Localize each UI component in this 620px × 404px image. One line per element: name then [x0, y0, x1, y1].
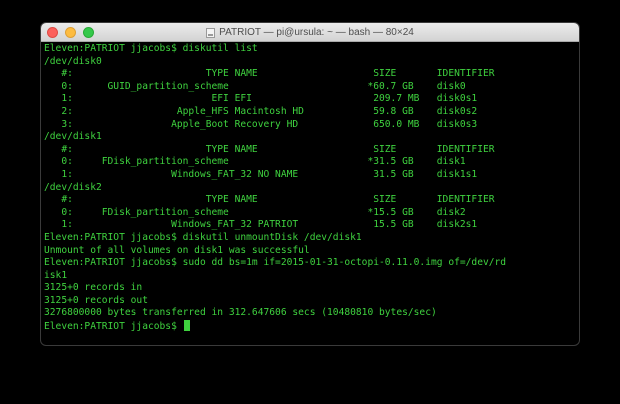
terminal-line: 3276800000 bytes transferred in 312.6476…	[44, 307, 437, 319]
terminal-line: 3125+0 records in	[44, 282, 143, 294]
text-cursor	[183, 320, 190, 332]
terminal-line: Eleven:PATRIOT jjacobs$ diskutil unmount…	[44, 231, 362, 243]
terminal-line: 3125+0 records out	[44, 294, 148, 306]
terminal-line: 2: Apple_HFS Macintosh HD 59.8 GB disk0s…	[44, 105, 478, 117]
terminal-line: /dev/disk2	[44, 181, 102, 193]
terminal-line: 1: Windows_FAT_32 NO NAME 31.5 GB disk1s…	[44, 168, 478, 180]
terminal-line: Unmount of all volumes on disk1 was succ…	[44, 244, 310, 256]
terminal-line: #: TYPE NAME SIZE IDENTIFIER	[44, 143, 495, 155]
window-title-container: PATRIOT — pi@ursula: ~ — bash — 80×24	[41, 23, 579, 42]
terminal-line: #: TYPE NAME SIZE IDENTIFIER	[44, 68, 495, 80]
shell-prompt: Eleven:PATRIOT jjacobs$	[44, 321, 183, 333]
terminal-line: Eleven:PATRIOT jjacobs$ diskutil list	[44, 43, 258, 54]
title-bar[interactable]: PATRIOT — pi@ursula: ~ — bash — 80×24	[41, 23, 579, 42]
prompt-line[interactable]: Eleven:PATRIOT jjacobs$	[44, 320, 576, 333]
terminal-line: #: TYPE NAME SIZE IDENTIFIER	[44, 194, 495, 206]
window-title: PATRIOT — pi@ursula: ~ — bash — 80×24	[219, 27, 414, 38]
terminal-line: isk1	[44, 269, 68, 281]
terminal-document-icon	[206, 27, 216, 38]
terminal-line: Eleven:PATRIOT jjacobs$ sudo dd bs=1m if…	[44, 257, 507, 269]
terminal-line: 1: Windows_FAT_32 PATRIOT 15.5 GB disk2s…	[44, 219, 478, 231]
terminal-line: 0: FDisk_partition_scheme *31.5 GB disk1	[44, 156, 466, 168]
terminal-output[interactable]: Eleven:PATRIOT jjacobs$ diskutil list /d…	[44, 43, 576, 343]
terminal-line: 1: EFI EFI 209.7 MB disk0s1	[44, 93, 478, 105]
terminal-line: /dev/disk1	[44, 131, 102, 143]
terminal-window: PATRIOT — pi@ursula: ~ — bash — 80×24 El…	[41, 23, 579, 345]
terminal-line: 3: Apple_Boot Recovery HD 650.0 MB disk0…	[44, 118, 478, 130]
terminal-line: /dev/disk0	[44, 55, 102, 67]
terminal-line: 0: FDisk_partition_scheme *15.5 GB disk2	[44, 206, 466, 218]
terminal-line: 0: GUID_partition_scheme *60.7 GB disk0	[44, 80, 466, 92]
